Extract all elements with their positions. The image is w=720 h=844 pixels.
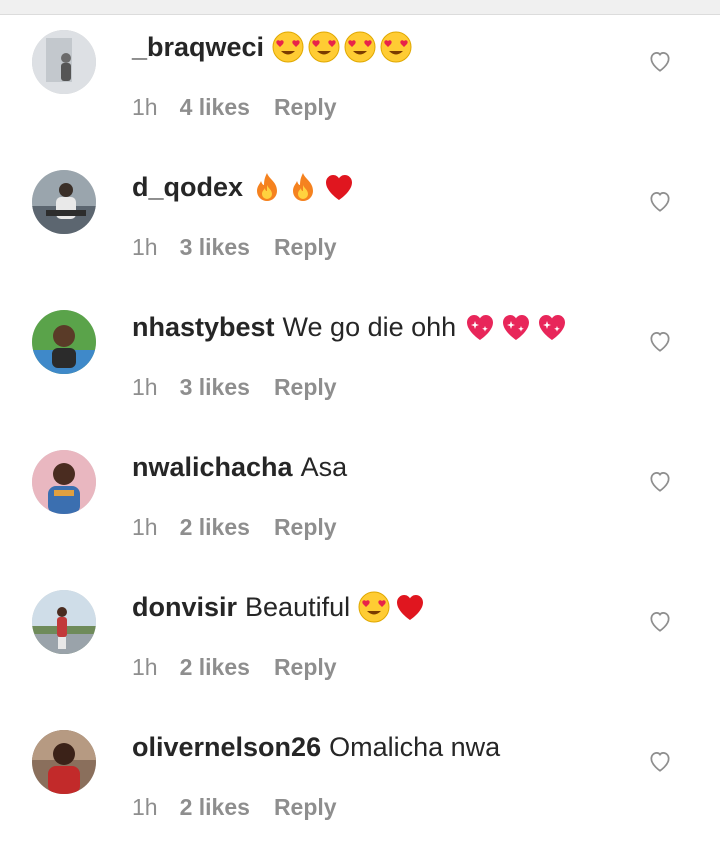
comment-item: _braqweci 1h 4 likes Reply <box>0 4 720 144</box>
emoji-group <box>251 171 355 203</box>
username[interactable]: d_qodex <box>132 172 243 202</box>
timestamp: 1h <box>132 234 158 260</box>
heart-eyes-emoji <box>358 591 390 623</box>
timestamp: 1h <box>132 94 158 120</box>
likes-count[interactable]: 2 likes <box>180 514 250 540</box>
comment-meta: 1h 3 likes Reply <box>132 372 337 402</box>
avatar[interactable] <box>32 170 96 234</box>
comment-meta: 1h 2 likes Reply <box>132 792 337 822</box>
red-heart-emoji <box>323 171 355 203</box>
comment-meta: 1h 4 likes Reply <box>132 92 337 122</box>
timestamp: 1h <box>132 654 158 680</box>
comment-line: nhastybest We go die ohh <box>132 310 568 344</box>
comment-line: olivernelson26 Omalicha nwa <box>132 730 500 764</box>
heart-eyes-emoji <box>380 31 412 63</box>
like-heart-icon[interactable] <box>647 188 673 214</box>
username[interactable]: donvisir <box>132 592 237 622</box>
emoji-group <box>464 311 568 343</box>
reply-button[interactable]: Reply <box>274 374 337 400</box>
sparkling-heart-emoji <box>464 311 496 343</box>
avatar[interactable] <box>32 30 96 94</box>
avatar[interactable] <box>32 310 96 374</box>
comment-line: d_qodex <box>132 170 355 204</box>
sparkling-heart-emoji <box>536 311 568 343</box>
likes-count[interactable]: 2 likes <box>180 794 250 820</box>
likes-count[interactable]: 2 likes <box>180 654 250 680</box>
comment-item: nwalichacha Asa 1h 2 likes Reply <box>0 424 720 564</box>
likes-count[interactable]: 3 likes <box>180 234 250 260</box>
likes-count[interactable]: 4 likes <box>180 94 250 120</box>
sparkling-heart-emoji <box>500 311 532 343</box>
timestamp: 1h <box>132 794 158 820</box>
like-heart-icon[interactable] <box>647 328 673 354</box>
red-heart-emoji <box>394 591 426 623</box>
comment-line: donvisir Beautiful <box>132 590 426 624</box>
username[interactable]: nwalichacha <box>132 452 293 482</box>
comment-text: Asa <box>300 452 348 482</box>
username[interactable]: olivernelson26 <box>132 732 321 762</box>
username[interactable]: nhastybest <box>132 312 275 342</box>
fire-emoji <box>251 171 283 203</box>
comment-text: Beautiful <box>245 592 351 622</box>
reply-button[interactable]: Reply <box>274 94 337 120</box>
like-heart-icon[interactable] <box>647 748 673 774</box>
comment-item: d_qodex 1h 3 likes Reply <box>0 144 720 284</box>
comment-text: We go die ohh <box>282 312 457 342</box>
avatar[interactable] <box>32 730 96 794</box>
comments-list: _braqweci 1h 4 likes Reply d_qodex 1h 3 … <box>0 0 720 820</box>
comment-text: Omalicha nwa <box>329 732 501 762</box>
reply-button[interactable]: Reply <box>274 654 337 680</box>
avatar[interactable] <box>32 450 96 514</box>
comment-meta: 1h 2 likes Reply <box>132 512 337 542</box>
emoji-group <box>358 591 426 623</box>
timestamp: 1h <box>132 514 158 540</box>
reply-button[interactable]: Reply <box>274 514 337 540</box>
comment-meta: 1h 3 likes Reply <box>132 232 337 262</box>
reply-button[interactable]: Reply <box>274 794 337 820</box>
like-heart-icon[interactable] <box>647 608 673 634</box>
comment-item: nhastybest We go die ohh 1h 3 likes Reply <box>0 284 720 424</box>
likes-count[interactable]: 3 likes <box>180 374 250 400</box>
heart-eyes-emoji <box>308 31 340 63</box>
reply-button[interactable]: Reply <box>274 234 337 260</box>
username[interactable]: _braqweci <box>132 32 264 62</box>
timestamp: 1h <box>132 374 158 400</box>
like-heart-icon[interactable] <box>647 468 673 494</box>
emoji-group <box>272 31 412 63</box>
heart-eyes-emoji <box>272 31 304 63</box>
comment-line: nwalichacha Asa <box>132 450 347 484</box>
comment-item: olivernelson26 Omalicha nwa 1h 2 likes Repl… <box>0 704 720 844</box>
comment-line: _braqweci <box>132 30 412 64</box>
heart-eyes-emoji <box>344 31 376 63</box>
comment-item: donvisir Beautiful 1h 2 likes Reply <box>0 564 720 704</box>
like-heart-icon[interactable] <box>647 48 673 74</box>
fire-emoji <box>287 171 319 203</box>
comment-meta: 1h 2 likes Reply <box>132 652 337 682</box>
avatar[interactable] <box>32 590 96 654</box>
